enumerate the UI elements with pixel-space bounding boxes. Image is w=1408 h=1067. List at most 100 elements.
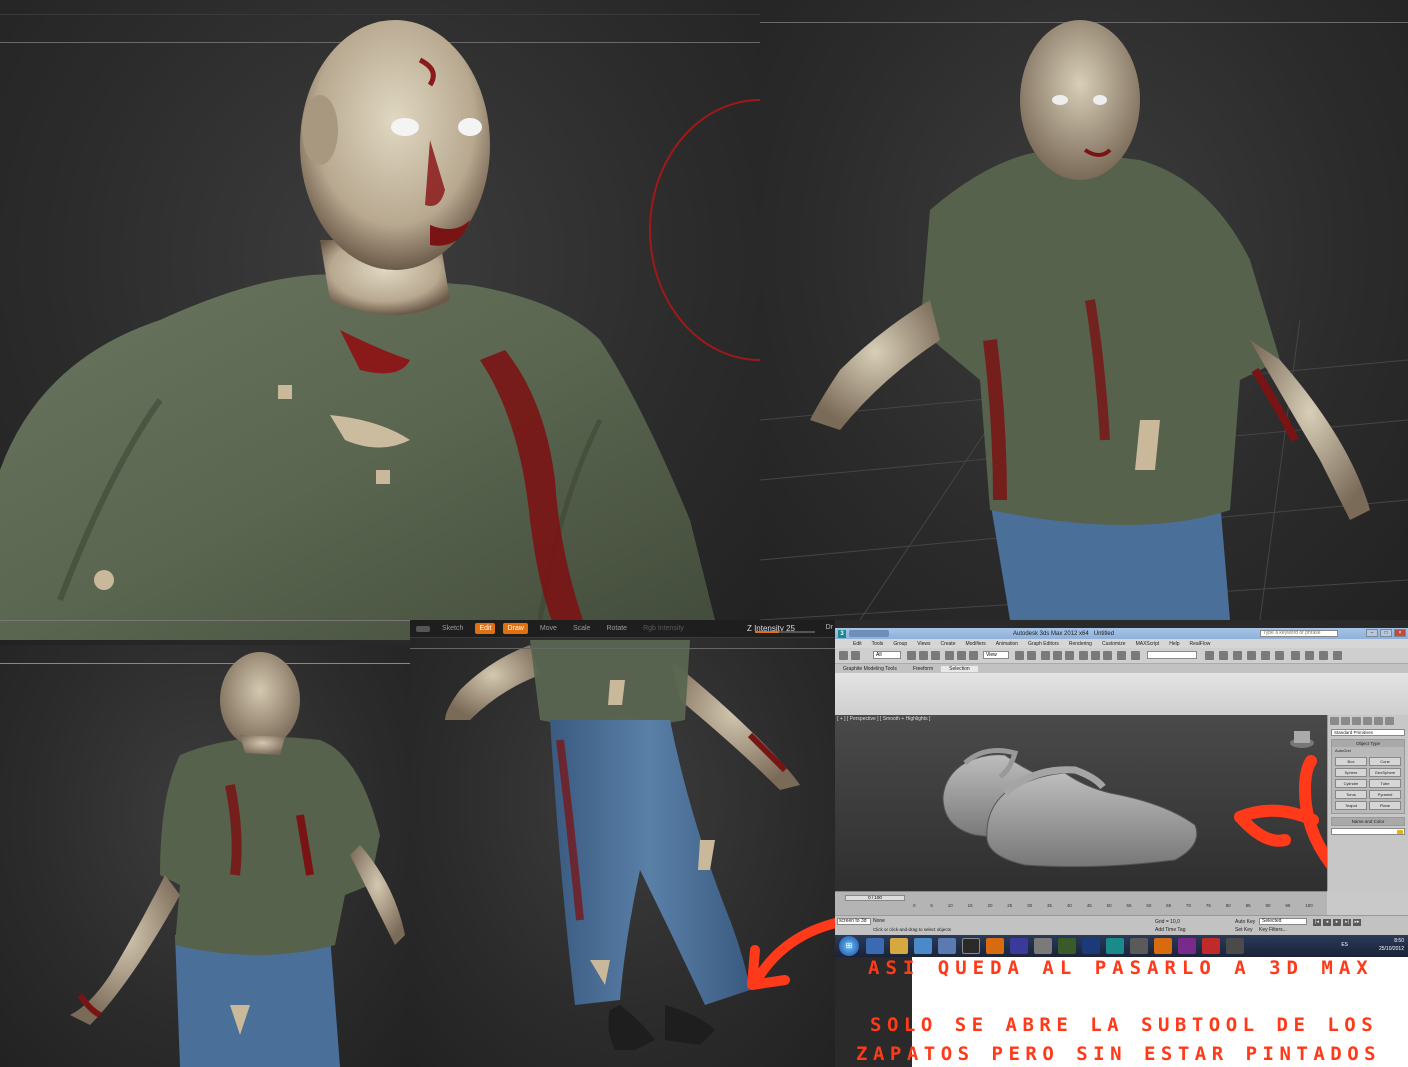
material-editor-icon[interactable] [1131,651,1140,660]
tab-selection[interactable]: Selection [941,665,978,672]
curve-editor-icon[interactable] [1117,651,1126,660]
align-icon[interactable] [1091,651,1100,660]
max-app-icon[interactable]: 3 [838,629,846,638]
torus-button[interactable]: Torus [1335,790,1367,799]
auto-key-button[interactable]: Auto Key [1235,919,1255,925]
box-button[interactable]: Box [1335,757,1367,766]
app2-taskbar-icon[interactable] [1034,938,1052,954]
geosphere-button[interactable]: GeoSphere [1369,768,1401,777]
quick-access-toolbar[interactable] [849,630,889,637]
motion-tab-icon[interactable] [1363,717,1372,725]
maximize-button[interactable]: □ [1380,629,1392,637]
hierarchy-tab-icon[interactable] [1352,717,1361,725]
menu-group[interactable]: Group [893,641,907,647]
rotate-icon[interactable] [957,651,966,660]
prev-frame-icon[interactable]: ◂ [1323,919,1331,926]
snap-icon[interactable] [1041,651,1050,660]
illustrator-taskbar-icon[interactable] [986,938,1004,954]
globe-taskbar-icon[interactable] [1010,938,1028,954]
zbrush-closeup-viewport[interactable] [0,0,760,645]
reference-coord-dropdown[interactable]: View [983,651,1009,659]
select-manipulate-icon[interactable] [1027,651,1036,660]
percent-snap-icon[interactable] [1065,651,1074,660]
teapot-button[interactable]: Teapot [1335,801,1367,810]
key-filters-button[interactable]: Key Filters... [1259,927,1287,933]
tab-graphite-modeling-tools[interactable]: Graphite Modeling Tools [835,666,905,672]
menu-customize[interactable]: Customize [1102,641,1126,647]
language-indicator[interactable]: ES [1341,942,1348,948]
effects-icon[interactable] [1275,651,1284,660]
perspective-viewport[interactable]: [ + ] [ Perspective ] [ Smooth + Highlig… [835,715,1327,891]
add-time-tag[interactable]: Add Time Tag [1155,927,1185,933]
menu-graph-editors[interactable]: Graph Editors [1028,641,1059,647]
display-tab-icon[interactable] [1374,717,1383,725]
dvd-taskbar-icon[interactable] [1202,938,1220,954]
menu-rendering[interactable]: Rendering [1069,641,1092,647]
render-iterative-icon[interactable] [1305,651,1314,660]
layer-icon[interactable] [1103,651,1112,660]
name-color-header[interactable]: Name and Color [1332,818,1404,825]
tube-button[interactable]: Tube [1369,779,1401,788]
time-slider[interactable]: 0 / 100 [845,895,905,901]
play-icon[interactable]: ▸ [1333,919,1341,926]
render-setup-icon[interactable] [1219,651,1228,660]
eye-taskbar-icon[interactable] [962,938,980,954]
media-taskbar-icon[interactable] [914,938,932,954]
auto-key-dropdown[interactable]: Selected [1259,918,1307,925]
rect-selection-icon[interactable] [931,651,940,660]
close-button[interactable]: × [1394,629,1406,637]
max-taskbar-icon[interactable] [1106,938,1124,954]
sphere-button[interactable]: Sphere [1335,768,1367,777]
object-color-swatch[interactable] [1397,830,1403,834]
select-object-icon[interactable] [907,651,916,660]
timeline-ticks[interactable]: 0 5 10 15 20 25 30 35 40 45 50 55 60 65 70 75 80 85 90 95 10… [913,903,1313,913]
go-to-end-icon[interactable]: ▸▸ [1353,919,1361,926]
explorer-taskbar-icon[interactable] [890,938,908,954]
redo-icon[interactable] [851,651,860,660]
minimize-button[interactable]: – [1366,629,1378,637]
back-viewport[interactable] [0,645,410,1067]
zbrush-taskbar-icon[interactable] [1226,938,1244,954]
pyramid-button[interactable]: Pyramid [1369,790,1401,799]
cylinder-button[interactable]: Cylinder [1335,779,1367,788]
utilities-tab-icon[interactable] [1385,717,1394,725]
mirror-icon[interactable] [1079,651,1088,660]
go-to-start-icon[interactable]: |◂ [1313,919,1321,926]
app-taskbar-icon[interactable] [938,938,956,954]
rendered-frame-icon[interactable] [1233,651,1242,660]
start-button-icon[interactable]: ⊞ [839,936,859,956]
tab-freeform[interactable]: Freeform [905,666,941,672]
pivot-icon[interactable] [1015,651,1024,660]
primitive-category-dropdown[interactable]: Standard Primitives [1331,729,1405,736]
dreamweaver-taskbar-icon[interactable] [1058,938,1076,954]
undo-icon[interactable] [839,651,848,660]
menu-tools[interactable]: Tools [872,641,884,647]
app3-taskbar-icon[interactable] [1130,938,1148,954]
teapot-render-icon[interactable] [1291,651,1300,660]
object-type-header[interactable]: Object Type [1332,740,1404,747]
ie-taskbar-icon[interactable] [866,938,884,954]
menu-views[interactable]: Views [917,641,930,647]
firefox-taskbar-icon[interactable] [1154,938,1172,954]
menu-help[interactable]: Help [1169,641,1179,647]
object-name-input[interactable] [1331,828,1405,835]
selection-filter-dropdown[interactable]: All [873,651,901,659]
menu-edit[interactable]: Edit [853,641,862,647]
angle-snap-icon[interactable] [1053,651,1062,660]
zbrush-fullbody-viewport[interactable]: Sketch Edit Draw Move Scale Rotate Rgb I… [410,620,835,1067]
schematic-icon[interactable] [1205,651,1214,660]
plane-button[interactable]: Plane [1369,801,1401,810]
select-by-name-icon[interactable] [919,651,928,660]
keyword-search-input[interactable]: Type a keyword or phrase [1260,630,1338,637]
perspective-viewport[interactable] [760,0,1408,620]
environment-icon[interactable] [1261,651,1270,660]
set-key-button[interactable]: Set Key [1235,927,1253,933]
toolbar-extra-icon[interactable] [1333,651,1342,660]
next-frame-icon[interactable]: ▸| [1343,919,1351,926]
photoshop-taskbar-icon[interactable] [1082,938,1100,954]
menu-animation[interactable]: Animation [996,641,1018,647]
render-production-icon[interactable] [1247,651,1256,660]
menu-modifiers[interactable]: Modifiers [965,641,985,647]
app4-taskbar-icon[interactable] [1178,938,1196,954]
menu-create[interactable]: Create [940,641,955,647]
